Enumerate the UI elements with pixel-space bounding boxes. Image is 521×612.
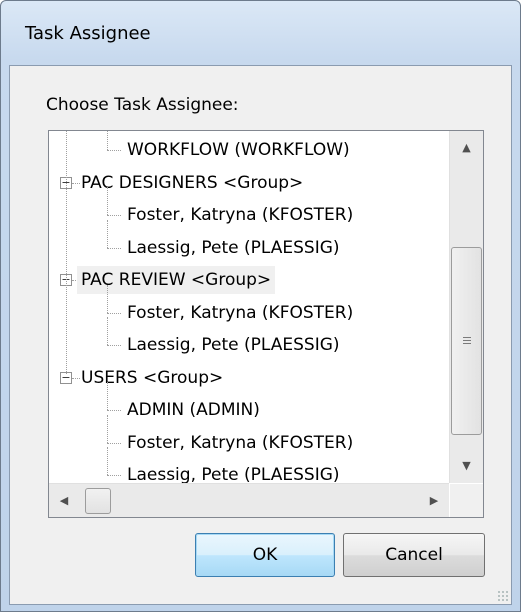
thumb-grip-icon xyxy=(463,337,471,338)
tree-user-node[interactable]: Laessig, Pete (PLAESSIG) xyxy=(49,317,449,359)
ok-button[interactable]: OK xyxy=(195,533,335,577)
tree-connector xyxy=(107,410,121,411)
tree-user-node[interactable]: Foster, Katryna (KFOSTER) xyxy=(49,187,449,229)
tree-node-label: Foster, Katryna (KFOSTER) xyxy=(127,432,354,453)
tree-node-label: Foster, Katryna (KFOSTER) xyxy=(127,302,354,323)
tree-user-node[interactable]: WORKFLOW (WORKFLOW) xyxy=(49,131,449,164)
tree-connector xyxy=(107,284,108,313)
thumb-grip-icon xyxy=(463,343,471,344)
window-title: Task Assignee xyxy=(25,23,151,44)
tree-connector xyxy=(107,131,108,150)
tree-connector xyxy=(107,219,108,248)
tree-group-node[interactable]: − USERS <Group> xyxy=(49,364,449,392)
tree-node-label: Laessig, Pete (PLAESSIG) xyxy=(127,335,340,355)
thumb-grip-icon xyxy=(463,340,471,341)
task-assignee-dialog: Task Assignee Choose Task Assignee: WORK… xyxy=(0,0,521,612)
tree-node-label: WORKFLOW (WORKFLOW) xyxy=(127,140,350,160)
title-bar[interactable]: Task Assignee xyxy=(1,1,520,65)
tree-connector xyxy=(107,187,108,215)
tree-connector xyxy=(107,475,121,476)
tree-connector xyxy=(107,215,121,216)
tree-connector xyxy=(107,317,108,345)
vertical-scrollbar[interactable]: ▲ ▼ xyxy=(449,131,483,483)
tree-connector xyxy=(107,312,121,314)
tree-connector xyxy=(107,345,121,346)
resize-grip-icon[interactable] xyxy=(497,590,509,602)
horizontal-scrollbar[interactable]: ◀ ▶ xyxy=(49,483,449,517)
tree-connector xyxy=(107,447,108,475)
tree-user-node[interactable]: Foster, Katryna (KFOSTER) xyxy=(49,414,449,457)
dialog-body: Choose Task Assignee: WORKFLOW (WORKFLOW… xyxy=(9,65,512,605)
scroll-right-button[interactable]: ▶ xyxy=(419,484,449,517)
tree-group-node[interactable]: − PAC DESIGNERS <Group> xyxy=(49,169,449,197)
tree-node-label: PAC DESIGNERS <Group> xyxy=(81,172,304,193)
tree-connector xyxy=(107,150,121,151)
assignee-tree[interactable]: WORKFLOW (WORKFLOW) − PAC DESIGNERS <Group… xyxy=(48,130,484,518)
scroll-down-button[interactable]: ▼ xyxy=(450,449,483,483)
tree-connector xyxy=(107,382,108,410)
tree-connector xyxy=(107,442,121,444)
scroll-left-button[interactable]: ◀ xyxy=(49,484,79,517)
tree-connector xyxy=(107,247,121,249)
tree-connector xyxy=(107,414,108,443)
tree-user-node[interactable]: Foster, Katryna (KFOSTER) xyxy=(49,284,449,327)
tree-node-label: Laessig, Pete (PLAESSIG) xyxy=(127,237,340,258)
tree-user-node[interactable]: ADMIN (ADMIN) xyxy=(49,382,449,424)
tree-user-node[interactable]: Laessig, Pete (PLAESSIG) xyxy=(49,219,449,262)
tree-node-label: USERS <Group> xyxy=(81,367,224,388)
horizontal-scroll-thumb[interactable] xyxy=(85,488,111,514)
vertical-scroll-thumb[interactable] xyxy=(451,247,482,435)
cancel-button[interactable]: Cancel xyxy=(343,533,485,577)
tree-group-node[interactable]: − PAC REVIEW <Group> xyxy=(49,266,449,294)
tree-node-label: Foster, Katryna (KFOSTER) xyxy=(127,205,354,225)
choose-assignee-label: Choose Task Assignee: xyxy=(46,95,239,115)
scroll-up-button[interactable]: ▲ xyxy=(450,131,483,165)
tree-node-label: ADMIN (ADMIN) xyxy=(127,400,260,420)
tree-root-connector xyxy=(66,131,67,374)
scrollbar-corner xyxy=(450,484,483,517)
